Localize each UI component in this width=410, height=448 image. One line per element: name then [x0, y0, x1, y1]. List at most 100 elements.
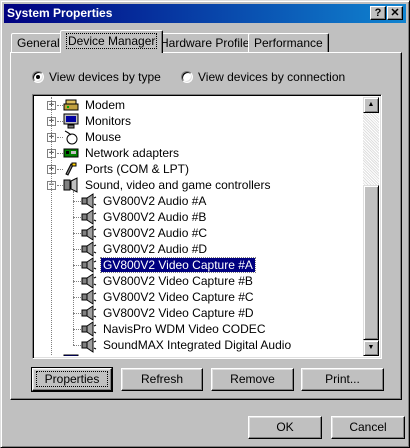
cancel-button[interactable]: Cancel [331, 416, 405, 439]
help-icon: ? [374, 7, 382, 19]
tree-item-label: System devices [83, 354, 171, 356]
view-by-type-label: View devices by type [49, 70, 161, 84]
tree-connector-line [57, 169, 63, 170]
tree-connector-line [57, 105, 63, 106]
tree-category-item[interactable]: + Mouse [47, 129, 123, 145]
tree-category-item[interactable]: − Sound, video and game controllers [47, 177, 272, 193]
tree-connector-line [73, 265, 81, 266]
tree-branch-line [73, 191, 74, 345]
tree-item-label: GV800V2 Video Capture #A [100, 257, 256, 273]
tree-connector-line [57, 137, 63, 138]
system-properties-window: System Properties ? ✕ General Device Man… [0, 0, 410, 448]
tab-device-manager-label: Device Manager [66, 33, 158, 49]
tab-performance-label: Performance [254, 36, 323, 50]
tree-connector-line [73, 345, 81, 346]
device-tree[interactable]: + Modem + Monitors + Mouse + Network adapters + P… [32, 94, 382, 359]
close-button[interactable]: ✕ [387, 6, 403, 20]
vertical-scrollbar[interactable]: ▲ ▼ [363, 97, 379, 356]
radio-unselected-icon [181, 71, 193, 83]
tab-hardware-profiles[interactable]: Hardware Profiles [154, 33, 262, 52]
device-icon [81, 305, 97, 321]
scroll-thumb[interactable] [363, 185, 379, 340]
print-button-label: Print... [325, 372, 360, 386]
print-button[interactable]: Print... [301, 368, 384, 391]
tab-general[interactable]: General [11, 33, 66, 52]
tree-item-label: GV800V2 Video Capture #C [103, 290, 254, 304]
tree-connector-line [73, 217, 81, 218]
mouse-icon [63, 129, 79, 145]
tree-connector-line [73, 281, 81, 282]
device-manager-panel: View devices by type View devices by con… [10, 52, 402, 400]
tree-child-item[interactable]: GV800V2 Video Capture #C [73, 289, 256, 305]
view-by-connection-radio[interactable]: View devices by connection [181, 70, 345, 84]
tree-connector-line [73, 329, 81, 330]
tree-child-item[interactable]: GV800V2 Video Capture #D [73, 305, 256, 321]
tree-connector-line [73, 201, 81, 202]
arrow-down-icon: ▼ [367, 344, 375, 351]
tree-connector-line [57, 121, 63, 122]
tree-item-label: GV800V2 Audio #C [103, 226, 208, 240]
tree-item-label: Network adapters [85, 146, 180, 160]
system-devices-icon [63, 353, 79, 356]
tree-item-label: GV800V2 Audio #A [103, 194, 207, 208]
scroll-down-button[interactable]: ▼ [363, 340, 379, 356]
device-icon [81, 225, 97, 241]
ok-button[interactable]: OK [248, 416, 322, 439]
refresh-button-label: Refresh [140, 372, 184, 386]
view-by-type-radio[interactable]: View devices by type [32, 70, 161, 84]
tree-category-item[interactable]: + Ports (COM & LPT) [47, 161, 191, 177]
tab-performance[interactable]: Performance [248, 33, 329, 52]
device-icon [81, 321, 97, 337]
tree-child-item[interactable]: GV800V2 Audio #A [73, 193, 208, 209]
device-icon [81, 193, 97, 209]
tree-item-label: Sound, video and game controllers [85, 178, 271, 192]
sound-controller-icon [63, 177, 79, 193]
title-bar[interactable]: System Properties ? ✕ [4, 4, 406, 23]
tree-child-item[interactable]: GV800V2 Audio #B [73, 209, 208, 225]
tree-connector-line [73, 297, 81, 298]
tree-item-label: SoundMAX Integrated Digital Audio [103, 338, 292, 352]
tree-item-label: Monitors [85, 114, 132, 128]
tree-item-label: GV800V2 Audio #B [103, 210, 207, 224]
window-title: System Properties [7, 6, 113, 20]
tree-connector-line [73, 313, 81, 314]
modem-icon [63, 97, 79, 113]
remove-button[interactable]: Remove [211, 368, 294, 391]
tree-child-item[interactable]: GV800V2 Video Capture #A [73, 257, 256, 273]
device-icon [81, 273, 97, 289]
tree-item-label: GV800V2 Video Capture #D [103, 306, 254, 320]
tree-child-item[interactable]: GV800V2 Video Capture #B [73, 273, 255, 289]
tree-category-item[interactable]: + Monitors [47, 113, 133, 129]
refresh-button[interactable]: Refresh [121, 368, 203, 391]
monitor-icon [63, 113, 79, 129]
tree-category-item[interactable]: +System devices [63, 353, 171, 356]
scroll-up-button[interactable]: ▲ [363, 97, 379, 113]
tree-child-item[interactable]: GV800V2 Audio #C [73, 225, 209, 241]
tree-child-item[interactable]: SoundMAX Integrated Digital Audio [73, 337, 293, 353]
close-icon: ✕ [390, 7, 400, 19]
help-button[interactable]: ? [370, 6, 386, 20]
ok-button-label: OK [276, 420, 294, 434]
tree-child-item[interactable]: NavisPro WDM Video CODEC [73, 321, 267, 337]
tree-item-label: Ports (COM & LPT) [85, 162, 190, 176]
tree-item-label: Modem [85, 98, 126, 112]
cancel-button-label: Cancel [349, 420, 387, 434]
remove-button-label: Remove [230, 372, 275, 386]
tree-root-line [51, 97, 52, 356]
tree-child-item[interactable]: GV800V2 Audio #D [73, 241, 209, 257]
network-adapter-icon [63, 145, 79, 161]
radio-selected-icon [32, 71, 44, 83]
properties-button-label: Properties [35, 371, 109, 387]
tree-category-item[interactable]: + Modem [47, 97, 127, 113]
tab-device-manager[interactable]: Device Manager [60, 30, 164, 53]
device-icon [81, 337, 97, 353]
tab-hardware-profiles-label: Hardware Profiles [160, 36, 256, 50]
tree-item-label: GV800V2 Video Capture #B [103, 274, 253, 288]
device-icon [81, 209, 97, 225]
tree-connector-line [73, 233, 81, 234]
tab-general-label: General [17, 36, 60, 50]
properties-button[interactable]: Properties [31, 367, 113, 392]
tree-category-item[interactable]: + Network adapters [47, 145, 181, 161]
tree-item-label: GV800V2 Audio #D [103, 242, 208, 256]
device-icon [81, 257, 97, 273]
